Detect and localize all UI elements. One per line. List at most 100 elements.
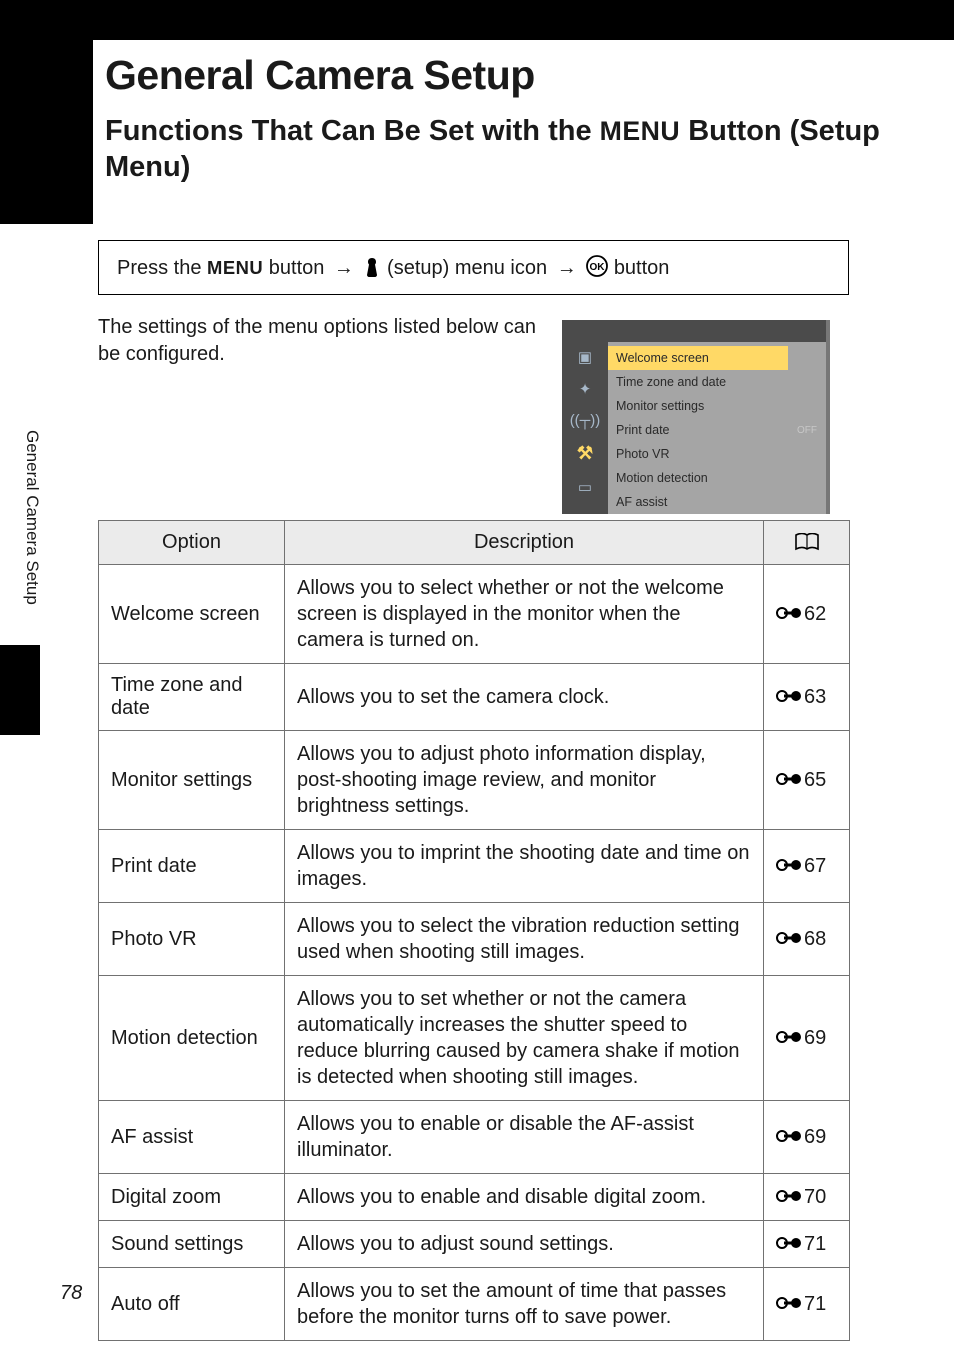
mini-menu-values: OFF [788,342,826,514]
table-row: Photo VRAllows you to select the vibrati… [99,903,850,976]
cell-reference-number: 62 [804,603,826,625]
instr-button-word: button [263,257,330,279]
cell-option: Sound settings [99,1221,285,1268]
movie-icon: ✦ [579,380,592,398]
cell-option: AF assist [99,1101,285,1174]
cell-reference: 70 [764,1174,850,1221]
svg-text:OK: OK [590,262,606,273]
ref-link-icon [776,1294,802,1314]
table-row: Welcome screenAllows you to select wheth… [99,565,850,664]
table-row: Time zone and dateAllows you to set the … [99,664,850,731]
section-title-pre: Functions That Can Be Set with the [105,115,600,147]
cell-reference: 67 [764,830,850,903]
mini-menu-value: OFF [797,418,817,442]
arrow-icon: → [334,257,354,279]
cell-reference-number: 69 [804,1126,826,1148]
options-table: Option Description Welcome screenAllows … [98,520,850,1341]
arrow-icon: → [557,257,577,279]
table-row: Digital zoomAllows you to enable and dis… [99,1174,850,1221]
th-option: Option [99,521,285,565]
cell-option: Welcome screen [99,565,285,664]
ok-button-icon: OK [586,255,608,277]
camera-icon: ▣ [578,348,592,366]
table-row: Motion detectionAllows you to set whethe… [99,976,850,1101]
cell-description: Allows you to adjust photo information d… [285,731,764,830]
ref-link-icon [776,1028,802,1048]
mini-menu-item: Time zone and date [608,370,788,394]
intro-text: The settings of the menu options listed … [98,314,538,368]
instr-prefix: Press the [117,257,207,279]
cell-option: Time zone and date [99,664,285,731]
cell-description: Allows you to select whether or not the … [285,565,764,664]
mini-menu-item: AF assist [608,490,788,514]
cell-reference: 65 [764,731,850,830]
ref-link-icon [776,604,802,624]
book-icon [794,533,820,551]
cell-option: Digital zoom [99,1174,285,1221]
table-row: Print dateAllows you to imprint the shoo… [99,830,850,903]
side-section-label: General Camera Setup [22,430,42,605]
table-row: AF assistAllows you to enable or disable… [99,1101,850,1174]
mini-menu-body: ▣ ✦ ((┬)) ⚒ ▭ Welcome screenTime zone an… [562,342,826,514]
ref-link-icon [776,1187,802,1207]
ref-link-icon [776,856,802,876]
cell-reference-number: 67 [804,855,826,877]
cell-reference-number: 71 [804,1233,826,1255]
cell-description: Allows you to imprint the shooting date … [285,830,764,903]
th-description: Description [285,521,764,565]
cell-description: Allows you to enable or disable the AF-a… [285,1101,764,1174]
back-icon: ▭ [578,478,592,496]
mini-menu-item: Monitor settings [608,394,788,418]
mini-menu-header [562,320,826,342]
instr-setup-text: (setup) menu icon [387,257,553,279]
mini-menu-item: Photo VR [608,442,788,466]
cell-reference: 69 [764,976,850,1101]
wrench-icon [363,257,381,277]
instruction-box: Press the MENU button → (setup) menu ico… [98,240,849,295]
page-number: 78 [60,1282,82,1305]
cell-description: Allows you to set the camera clock. [285,664,764,731]
cell-reference-number: 65 [804,769,826,791]
cell-option: Monitor settings [99,731,285,830]
mini-menu-item: Motion detection [608,466,788,490]
cell-option: Auto off [99,1268,285,1341]
cell-reference-number: 70 [804,1186,826,1208]
ref-link-icon [776,687,802,707]
cell-description: Allows you to enable and disable digital… [285,1174,764,1221]
side-tab-marker [0,645,40,735]
th-reference [764,521,850,565]
section-title: Functions That Can Be Set with the MENU … [105,113,924,186]
page: General Camera Setup Functions That Can … [0,0,954,1345]
cell-option: Photo VR [99,903,285,976]
cell-description: Allows you to set whether or not the cam… [285,976,764,1101]
cell-reference: 68 [764,903,850,976]
cell-description: Allows you to adjust sound settings. [285,1221,764,1268]
table-row: Auto offAllows you to set the amount of … [99,1268,850,1341]
cell-reference-number: 63 [804,686,826,708]
cell-reference-number: 71 [804,1293,826,1315]
table-header-row: Option Description [99,521,850,565]
table-row: Monitor settingsAllows you to adjust pho… [99,731,850,830]
cell-reference: 71 [764,1268,850,1341]
camera-menu-preview: ▣ ✦ ((┬)) ⚒ ▭ Welcome screenTime zone an… [562,320,830,514]
mini-menu-item: Print date [608,418,788,442]
mini-menu-sidebar: ▣ ✦ ((┬)) ⚒ ▭ [562,342,608,514]
table-row: Sound settingsAllows you to adjust sound… [99,1221,850,1268]
ref-link-icon [776,1234,802,1254]
instr-menu-label: MENU [207,257,263,278]
antenna-icon: ((┬)) [570,412,601,429]
page-title: General Camera Setup [105,52,924,99]
cell-reference: 63 [764,664,850,731]
cell-description: Allows you to set the amount of time tha… [285,1268,764,1341]
cell-option: Print date [99,830,285,903]
cell-option: Motion detection [99,976,285,1101]
ref-link-icon [776,770,802,790]
cell-reference: 71 [764,1221,850,1268]
cell-reference: 62 [764,565,850,664]
mini-menu-list: Welcome screenTime zone and dateMonitor … [608,342,788,514]
instr-ok-text: button [614,257,670,279]
ref-link-icon [776,929,802,949]
wrench-icon: ⚒ [577,443,593,464]
section-title-menu-label: MENU [600,116,681,146]
mini-menu-item: Welcome screen [608,346,788,370]
